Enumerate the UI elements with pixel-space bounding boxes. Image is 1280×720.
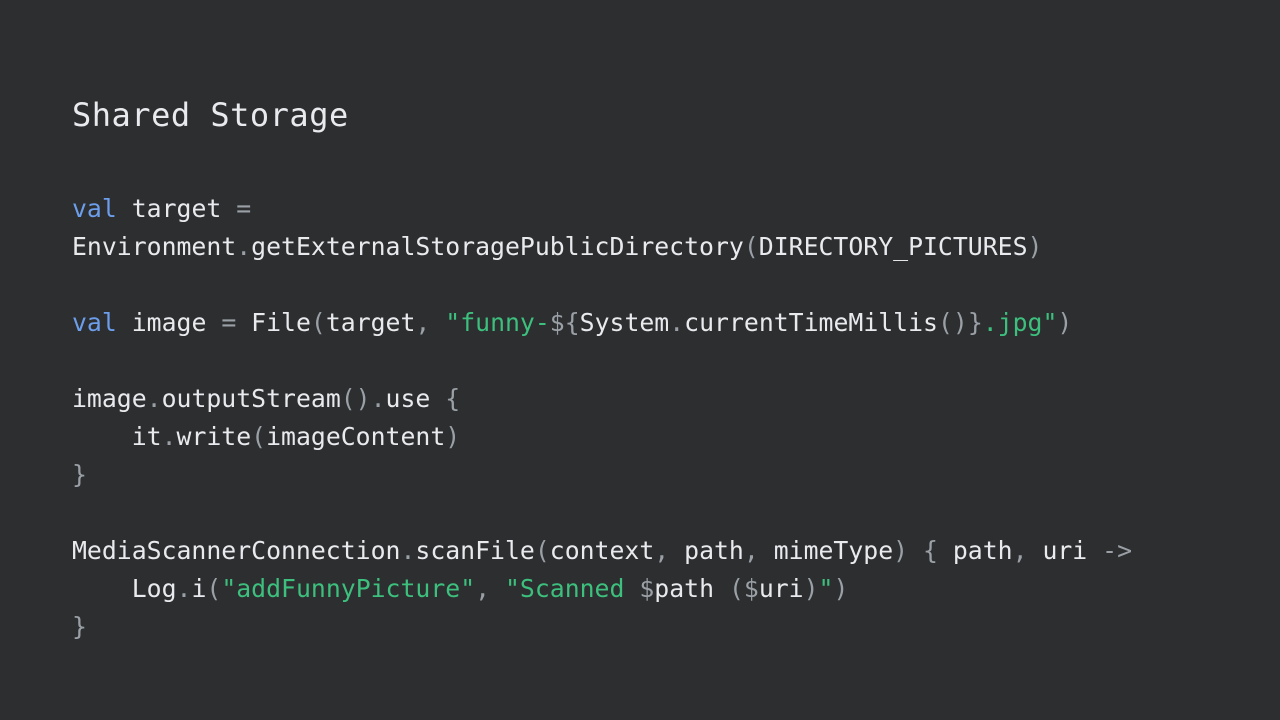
code-token: DIRECTORY_PICTURES bbox=[758, 232, 1028, 261]
code-token: , bbox=[415, 308, 446, 337]
code-token: target bbox=[325, 308, 416, 337]
code-token: path bbox=[684, 536, 744, 565]
code-token: Environment bbox=[72, 232, 237, 261]
code-line: } bbox=[72, 608, 1132, 646]
code-token: -> bbox=[1102, 536, 1133, 565]
code-token: . bbox=[161, 422, 177, 451]
code-token: "funny- bbox=[445, 308, 550, 337]
code-token: scanFile bbox=[415, 536, 535, 565]
code-token: = bbox=[236, 194, 252, 223]
code-token: $ bbox=[639, 574, 655, 603]
code-token: getExternalStoragePublicDirectory bbox=[251, 232, 744, 261]
code-token: , bbox=[475, 574, 505, 603]
code-token: it bbox=[72, 422, 162, 451]
code-token: System bbox=[579, 308, 670, 337]
code-token: } bbox=[72, 460, 87, 489]
code-token: path bbox=[654, 574, 729, 603]
code-token: val bbox=[72, 308, 117, 337]
code-token: write bbox=[176, 422, 252, 451]
code-token: ) bbox=[1027, 232, 1043, 261]
code-line: val target = bbox=[72, 190, 1132, 228]
code-token: , bbox=[743, 536, 774, 565]
slide-title: Shared Storage bbox=[72, 96, 349, 134]
code-token: = bbox=[221, 308, 237, 337]
code-token: ) bbox=[803, 574, 819, 603]
code-token: "Scanned bbox=[504, 574, 640, 603]
code-token: ) bbox=[833, 574, 849, 603]
code-token: image bbox=[72, 384, 147, 413]
slide: Shared Storage val target = Environment.g… bbox=[0, 0, 1280, 720]
code-token: val bbox=[72, 194, 117, 223]
code-line: val image = File(target, "funny-${System… bbox=[72, 304, 1132, 342]
code-token: i bbox=[191, 574, 207, 603]
code-line: Log.i("addFunnyPicture", "Scanned $path … bbox=[72, 570, 1132, 608]
code-token: imageContent bbox=[266, 422, 446, 451]
code-line: Environment.getExternalStoragePublicDire… bbox=[72, 228, 1132, 266]
code-token: ($ bbox=[728, 574, 759, 603]
code-token: . bbox=[400, 536, 416, 565]
code-token: ( bbox=[743, 232, 759, 261]
code-token: . bbox=[176, 574, 192, 603]
code-token: ) { bbox=[893, 536, 953, 565]
code-token: . bbox=[146, 384, 162, 413]
code-token: use bbox=[385, 384, 446, 413]
code-token: target bbox=[116, 194, 237, 223]
code-line: } bbox=[72, 456, 1132, 494]
code-token: outputStream bbox=[161, 384, 341, 413]
code-token: ()} bbox=[937, 308, 983, 337]
code-token: .jpg" bbox=[982, 308, 1058, 337]
code-token: ( bbox=[206, 574, 222, 603]
code-token: " bbox=[818, 574, 834, 603]
code-line: it.write(imageContent) bbox=[72, 418, 1132, 456]
code-token: . bbox=[669, 308, 685, 337]
code-token: image bbox=[116, 308, 222, 337]
code-token: currentTimeMillis bbox=[684, 308, 938, 337]
code-token: , bbox=[1012, 536, 1043, 565]
code-token: , bbox=[654, 536, 685, 565]
code-line: MediaScannerConnection.scanFile(context,… bbox=[72, 532, 1132, 570]
code-token: Log bbox=[72, 574, 177, 603]
code-token: ) bbox=[1057, 308, 1073, 337]
code-token: uri bbox=[758, 574, 804, 603]
code-token: . bbox=[236, 232, 252, 261]
code-token: ) bbox=[445, 422, 461, 451]
code-token: ( bbox=[251, 422, 267, 451]
code-token: (). bbox=[340, 384, 386, 413]
code-token: } bbox=[72, 612, 87, 641]
code-block: val target = Environment.getExternalStora… bbox=[72, 190, 1132, 646]
code-token: context bbox=[549, 536, 655, 565]
code-token: { bbox=[445, 384, 461, 413]
code-token: path bbox=[952, 536, 1013, 565]
code-token: ( bbox=[534, 536, 550, 565]
code-line: image.outputStream().use { bbox=[72, 380, 1132, 418]
code-token: MediaScannerConnection bbox=[72, 536, 401, 565]
code-token: mimeType bbox=[773, 536, 894, 565]
code-token: File bbox=[236, 308, 311, 337]
code-token: ${ bbox=[549, 308, 580, 337]
code-token: "addFunnyPicture" bbox=[221, 574, 476, 603]
code-token: uri bbox=[1042, 536, 1103, 565]
code-token: ( bbox=[310, 308, 326, 337]
